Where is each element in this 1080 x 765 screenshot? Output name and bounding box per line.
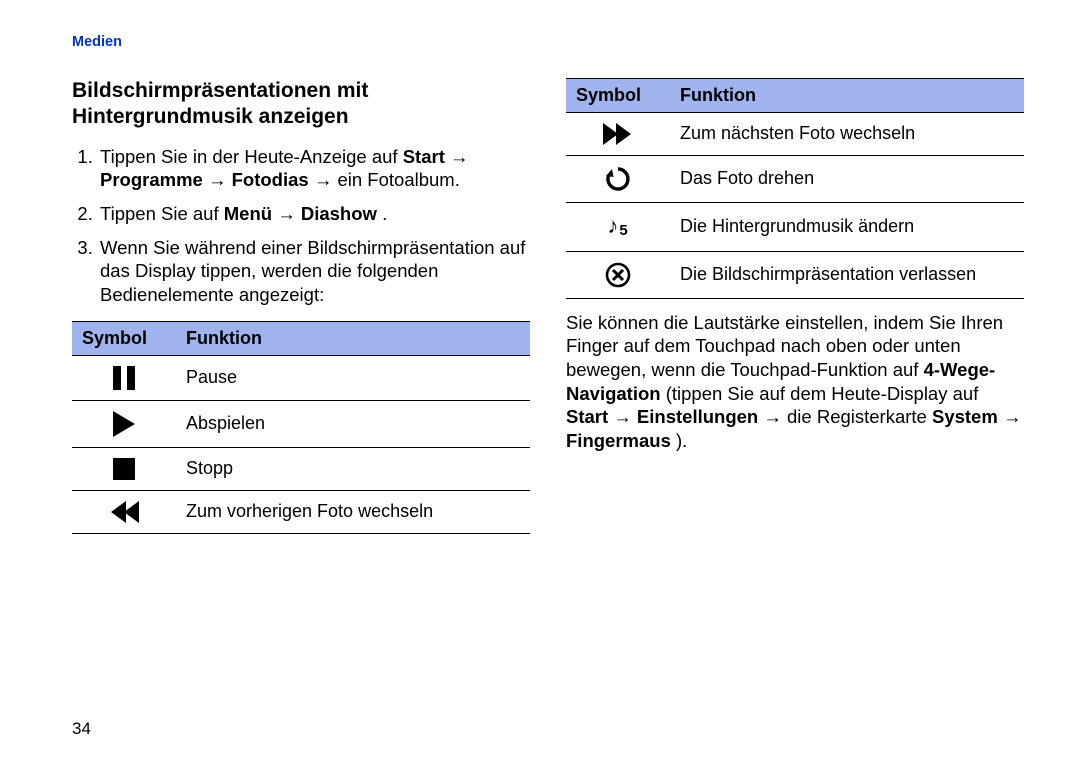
symbol-table-left: Symbol Funktion Pause Abspielen <box>72 321 530 535</box>
table-header-row: Symbol Funktion <box>72 321 530 355</box>
left-column: Bildschirmpräsentationen mit Hintergrund… <box>72 78 530 534</box>
symbol-cell <box>566 251 670 298</box>
forward-icon <box>603 123 633 145</box>
function-cell: Die Hintergrundmusik ändern <box>670 203 1024 251</box>
function-cell: Die Bildschirmpräsentation verlassen <box>670 251 1024 298</box>
step-text: Wenn Sie während einer Bildschirmpräsent… <box>100 237 525 305</box>
table-row: Stopp <box>72 447 530 490</box>
function-cell: Zum nächsten Foto wechseln <box>670 113 1024 156</box>
function-cell: Zum vorherigen Foto wechseln <box>176 490 530 533</box>
volume-paragraph: Sie können die Lautstärke einstellen, in… <box>566 311 1024 453</box>
page-title: Bildschirmpräsentationen mit Hintergrund… <box>72 78 530 131</box>
symbol-cell <box>72 490 176 533</box>
para-bold: System → <box>932 406 1021 427</box>
th-funktion: Funktion <box>670 79 1024 113</box>
para-bold: Start → Einstellungen → <box>566 406 782 427</box>
table-row: Die Bildschirmpräsentation verlassen <box>566 251 1024 298</box>
music-icon: ♪5 <box>607 213 628 240</box>
right-column: Symbol Funktion Zum nächsten Foto wechse… <box>566 78 1024 534</box>
play-icon <box>113 411 135 437</box>
th-symbol: Symbol <box>72 321 176 355</box>
symbol-cell <box>566 113 670 156</box>
function-cell: Das Foto drehen <box>670 156 1024 203</box>
step-text: Tippen Sie auf <box>100 203 224 224</box>
stop-icon <box>113 458 135 480</box>
symbol-cell: ♪5 <box>566 203 670 251</box>
th-symbol: Symbol <box>566 79 670 113</box>
symbol-cell <box>566 156 670 203</box>
pause-icon <box>113 366 135 390</box>
symbol-cell <box>72 355 176 400</box>
step-3: Wenn Sie während einer Bildschirmpräsent… <box>98 236 530 307</box>
step-text: . <box>382 203 387 224</box>
table-row: Zum nächsten Foto wechseln <box>566 113 1024 156</box>
two-column-layout: Bildschirmpräsentationen mit Hintergrund… <box>72 78 1032 534</box>
para-text: die Registerkarte <box>787 406 932 427</box>
function-cell: Abspielen <box>176 400 530 447</box>
close-icon <box>605 262 631 288</box>
function-cell: Stopp <box>176 447 530 490</box>
table-header-row: Symbol Funktion <box>566 79 1024 113</box>
table-row: Abspielen <box>72 400 530 447</box>
symbol-cell <box>72 447 176 490</box>
symbol-cell <box>72 400 176 447</box>
symbol-table-right: Symbol Funktion Zum nächsten Foto wechse… <box>566 78 1024 299</box>
steps-list: Tippen Sie in der Heute-Anzeige auf Star… <box>72 145 530 307</box>
page-number: 34 <box>72 719 91 739</box>
function-cell: Pause <box>176 355 530 400</box>
table-row: Pause <box>72 355 530 400</box>
rewind-icon <box>109 501 139 523</box>
step-2: Tippen Sie auf Menü → Diashow . <box>98 202 530 226</box>
section-label: Medien <box>72 34 1032 50</box>
para-bold: Fingermaus <box>566 430 671 451</box>
step-bold: Menü → Diashow <box>224 203 377 224</box>
para-text: ). <box>676 430 687 451</box>
step-text: Tippen Sie in der Heute-Anzeige auf <box>100 146 403 167</box>
table-row: ♪5 Die Hintergrundmusik ändern <box>566 203 1024 251</box>
table-row: Das Foto drehen <box>566 156 1024 203</box>
step-1: Tippen Sie in der Heute-Anzeige auf Star… <box>98 145 530 192</box>
th-funktion: Funktion <box>176 321 530 355</box>
manual-page: Medien Bildschirmpräsentationen mit Hint… <box>0 0 1080 765</box>
table-row: Zum vorherigen Foto wechseln <box>72 490 530 533</box>
step-text: ein Fotoalbum. <box>337 169 459 190</box>
para-text: (tippen Sie auf dem Heute-Display auf <box>666 383 979 404</box>
rotate-icon <box>605 166 631 192</box>
